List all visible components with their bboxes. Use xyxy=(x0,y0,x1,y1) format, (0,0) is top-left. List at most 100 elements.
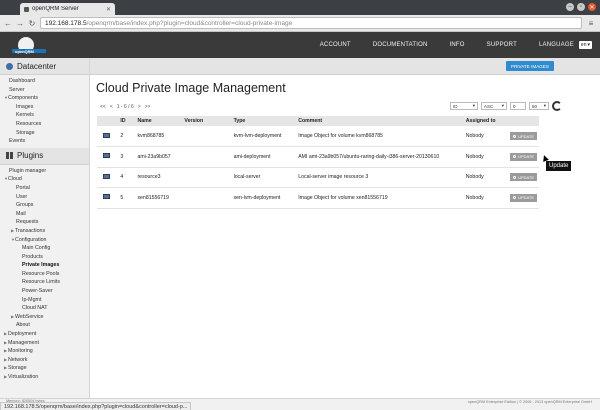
offset-value: 0 xyxy=(513,103,516,109)
sidebar-item-products[interactable]: Products xyxy=(0,253,89,262)
browser-tab[interactable]: openQRM Server ✕ xyxy=(20,3,115,15)
cell-version xyxy=(182,126,232,147)
private-images-button[interactable]: PRIVATE IMAGES xyxy=(505,61,554,71)
sidebar-item-label: Cloud xyxy=(8,176,22,183)
sidebar-item-power-saver[interactable]: Power-Saver xyxy=(0,287,89,296)
update-button[interactable]: UPDATE xyxy=(510,173,537,182)
sidebar-item-user[interactable]: User xyxy=(0,193,89,202)
col-name[interactable]: Name xyxy=(135,116,183,126)
sidebar-item-about[interactable]: About xyxy=(0,321,89,330)
update-button[interactable]: UPDATE xyxy=(510,152,537,161)
cell-name: resource3 xyxy=(135,167,183,188)
sidebar-item-label: Mail xyxy=(16,210,26,217)
sidebar-item-management[interactable]: ▶Management xyxy=(0,339,89,348)
plugins-nav: Plugin manager ▼Cloud Portal User Groups Mail… xyxy=(0,165,89,384)
sidebar-item-portal[interactable]: Portal xyxy=(0,184,89,193)
top-nav: ACCOUNT DOCUMENTATION INFO SUPPORT LANGU… xyxy=(309,32,592,58)
pager-info: 1 - 6 / 6 xyxy=(116,104,134,110)
col-action xyxy=(508,116,539,126)
plugins-header[interactable]: Plugins xyxy=(0,147,89,165)
sidebar-item-resource-pools[interactable]: Resource Pools xyxy=(0,270,89,279)
cell-type: kvm-lvm-deployment xyxy=(231,126,297,147)
minimize-icon[interactable]: – xyxy=(566,3,574,11)
maximize-icon[interactable]: ▫ xyxy=(577,3,585,11)
reload-icon[interactable]: ↻ xyxy=(28,19,36,28)
update-icon xyxy=(513,134,517,138)
sidebar-item-storage[interactable]: Storage xyxy=(0,129,89,138)
openqrm-logo[interactable]: openQRM xyxy=(12,36,46,54)
nav-support[interactable]: SUPPORT xyxy=(476,42,528,48)
sidebar-item-deployment[interactable]: ▶Deployment xyxy=(0,330,89,339)
sidebar-item-label: Resources xyxy=(16,120,42,127)
cell-comment: Local-server image resource 3 xyxy=(296,167,464,188)
pager-first[interactable]: << xyxy=(100,104,106,110)
sidebar-item-components[interactable]: ▼Components xyxy=(0,94,89,103)
forward-icon[interactable]: → xyxy=(16,19,24,28)
pager-last[interactable]: >> xyxy=(145,104,151,110)
limit-select[interactable]: 50 ▾ xyxy=(529,102,549,110)
sidebar-item-main-config[interactable]: Main Config xyxy=(0,244,89,253)
cell-id: 3 xyxy=(118,146,136,168)
col-comment[interactable]: Comment xyxy=(296,116,464,126)
refresh-icon[interactable] xyxy=(552,101,562,111)
sidebar-item-plugin-manager[interactable]: Plugin manager xyxy=(0,167,89,176)
sidebar-item-cloud-nat[interactable]: Cloud NAT xyxy=(0,304,89,313)
offset-input[interactable]: 0 xyxy=(510,102,526,110)
sidebar-item-ip-mgmt[interactable]: Ip-Mgmt xyxy=(0,296,89,305)
col-type[interactable]: Type xyxy=(231,116,297,126)
sidebar-item-virtualization[interactable]: ▶Virtualization xyxy=(0,373,89,382)
sidebar-item-events[interactable]: Events xyxy=(0,137,89,146)
language-select[interactable]: en ▾ xyxy=(578,41,592,49)
sidebar-item-dashboard[interactable]: Dashboard xyxy=(0,77,89,86)
sidebar-item-images[interactable]: Images xyxy=(0,103,89,112)
sidebar-item-label: Portal xyxy=(16,184,30,191)
sidebar-item-label: Groups xyxy=(16,202,34,209)
sidebar-item-transactions[interactable]: ▶Transactions xyxy=(0,227,89,236)
pager-prev[interactable]: < xyxy=(110,104,113,110)
pager-next[interactable]: > xyxy=(138,104,141,110)
sidebar-item-network[interactable]: ▶Network xyxy=(0,356,89,365)
copyright: openQRM Enterprise Edition | © 2006 - 20… xyxy=(467,400,592,404)
sidebar-item-private-images[interactable]: Private Images xyxy=(0,261,89,270)
col-version[interactable]: Version xyxy=(182,116,232,126)
sidebar-item-requests[interactable]: Requests xyxy=(0,218,89,227)
sidebar-item-cloud[interactable]: ▼Cloud xyxy=(0,175,89,184)
sidebar-item-groups[interactable]: Groups xyxy=(0,201,89,210)
update-button[interactable]: UPDATE xyxy=(510,132,537,140)
datacenter-header[interactable]: Datacenter xyxy=(0,58,89,75)
sidebar-item-configuration[interactable]: ▼Configuration xyxy=(0,236,89,245)
cell-name: kvm868785 xyxy=(135,126,183,147)
favicon-icon xyxy=(24,6,29,12)
disk-image-icon xyxy=(103,153,110,159)
chevron-down-icon: ▾ xyxy=(587,42,590,48)
col-id[interactable]: ID xyxy=(118,116,136,126)
browser-menu-icon[interactable]: ≡ xyxy=(586,19,596,28)
page-title: Cloud Private Image Management xyxy=(96,81,286,95)
table-row: 3 ami-23a9b057 ami-deployment AMI ami-23a9b… xyxy=(97,146,539,168)
update-button[interactable]: UPDATE xyxy=(510,193,537,202)
sidebar-item-mail[interactable]: Mail xyxy=(0,210,89,219)
nav-info[interactable]: INFO xyxy=(439,42,476,48)
sidebar-item-kernels[interactable]: Kernels xyxy=(0,111,89,120)
col-assigned[interactable]: Assigned to xyxy=(463,116,509,126)
sidebar-item-label: Monitoring xyxy=(8,348,33,355)
nav-documentation[interactable]: DOCUMENTATION xyxy=(362,42,439,48)
sidebar-item-webservice[interactable]: ▶WebService xyxy=(0,313,89,322)
sort-field-select[interactable]: ID ▾ xyxy=(450,102,478,110)
back-icon[interactable]: ← xyxy=(4,19,12,28)
sidebar-item-resources[interactable]: Resources xyxy=(0,120,89,129)
cell-name: ami-23a9b057 xyxy=(135,146,183,168)
disk-image-icon xyxy=(103,194,110,200)
table-row: 5 xen81556719 xen-lvm-deployment Image Obje… xyxy=(97,187,539,209)
sidebar-item-storage[interactable]: ▶Storage xyxy=(0,364,89,373)
col-thumb xyxy=(97,116,119,126)
tab-close-icon[interactable]: ✕ xyxy=(106,6,111,13)
sidebar-item-monitoring[interactable]: ▶Monitoring xyxy=(0,347,89,356)
address-bar[interactable]: 192.168.178.5/openqrm/base/index.php?plu… xyxy=(40,17,582,29)
sort-order-select[interactable]: ASC ▾ xyxy=(481,102,507,110)
nav-account[interactable]: ACCOUNT xyxy=(309,42,362,48)
sidebar-item-server[interactable]: Server xyxy=(0,86,89,95)
sidebar-item-resource-limits[interactable]: Resource Limits xyxy=(0,278,89,287)
cell-comment: Image Object for volume xen81556719 xyxy=(296,187,464,209)
close-window-icon[interactable]: ✕ xyxy=(588,3,596,11)
